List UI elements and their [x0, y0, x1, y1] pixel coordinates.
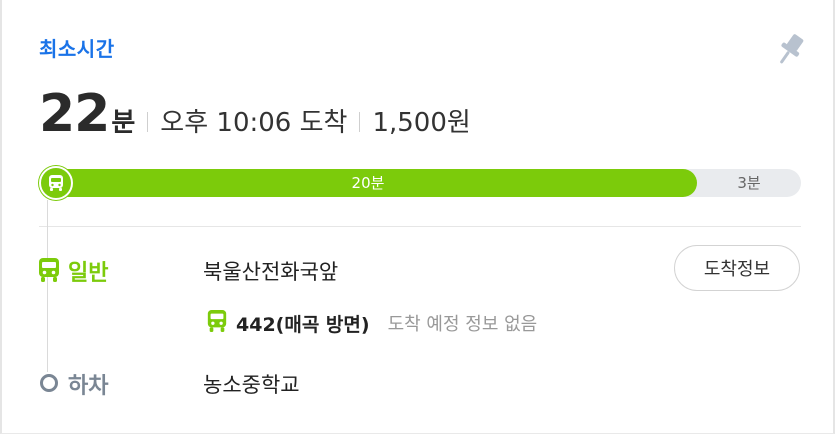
arrival-info-button[interactable]: 도착정보 [674, 245, 800, 291]
bus-icon [37, 257, 61, 287]
bus-icon [206, 309, 228, 337]
separator [359, 112, 361, 132]
alight-label: 하차 [68, 374, 109, 399]
board-type-label: 일반 [68, 261, 109, 286]
board-stop-name[interactable]: 북울산전화국앞 [203, 256, 338, 286]
bus-minutes-label: 20분 [351, 174, 385, 192]
divider [39, 226, 801, 227]
route-card[interactable]: 최소시간 22 분 오후 10:06 도착 1,500원 20분 3분 일반 북… [0, 0, 835, 434]
bus-arrival-status: 도착 예정 정보 없음 [387, 314, 538, 335]
alight-dot-icon [40, 374, 58, 392]
separator [147, 112, 149, 132]
alight-stop-name[interactable]: 농소중학교 [203, 369, 300, 399]
duration-unit: 분 [111, 108, 136, 138]
fare: 1,500원 [372, 108, 471, 138]
walk-minutes-label: 3분 [737, 174, 761, 192]
route-summary: 22 분 오후 10:06 도착 1,500원 [39, 84, 471, 144]
bus-icon [39, 166, 73, 200]
bus-line-row[interactable]: 442(매곡 방면) 도착 예정 정보 없음 [206, 309, 537, 337]
route-type-label: 최소시간 [39, 37, 115, 61]
bus-line-name: 442(매곡 방면) [236, 313, 370, 336]
duration-value: 22 [39, 84, 110, 144]
pin-icon[interactable] [772, 30, 808, 70]
arrival-time: 오후 10:06 도착 [160, 108, 348, 138]
time-progress-bar: 20분 3분 [39, 169, 801, 197]
